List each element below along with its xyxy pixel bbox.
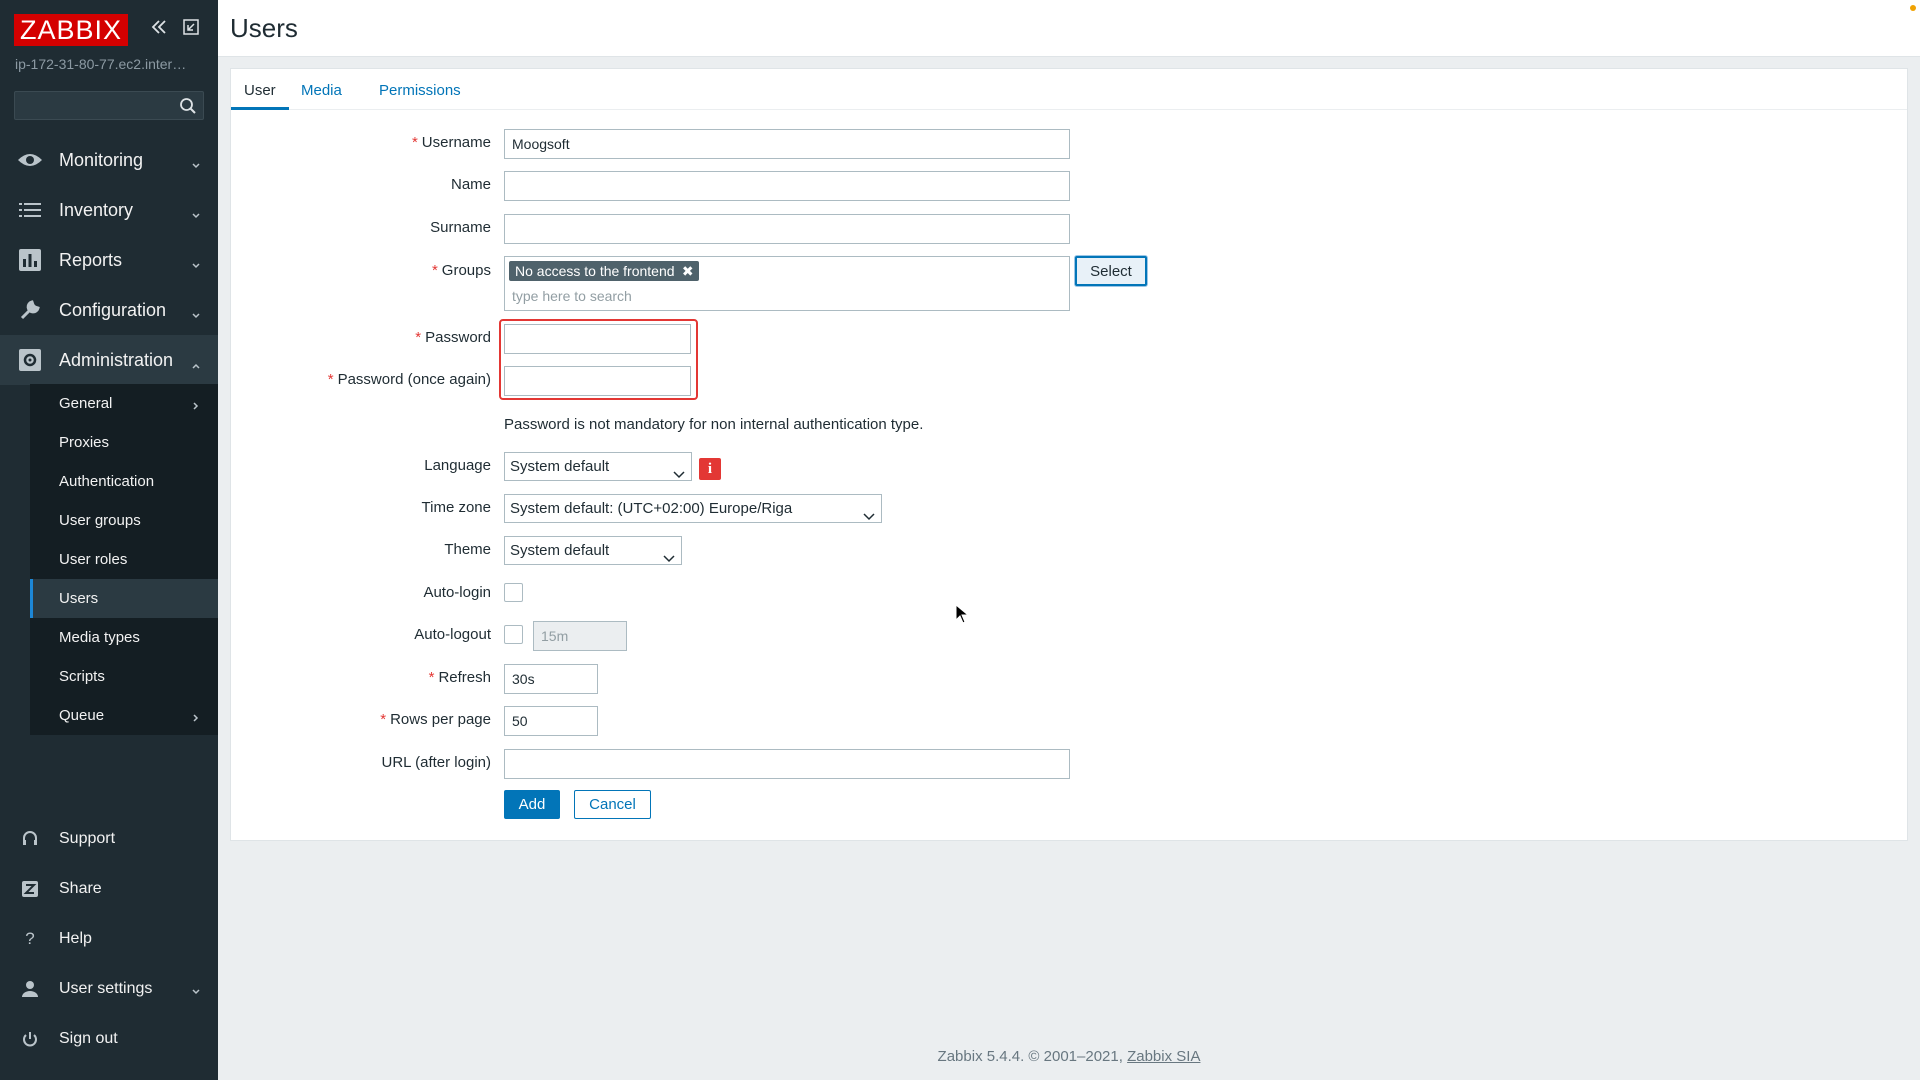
menu-configuration[interactable]: Configuration (0, 285, 218, 335)
language-select[interactable]: System default (504, 452, 692, 481)
info-icon[interactable]: i (699, 458, 721, 480)
help-icon: ? (25, 929, 35, 948)
nav-label: User settings (59, 980, 153, 997)
bar-chart-icon (17, 248, 43, 272)
auto-logout-checkbox[interactable] (504, 625, 523, 644)
chevron-down-icon (191, 155, 201, 169)
menu-label: Administration (59, 349, 174, 370)
wrench-icon (17, 298, 43, 322)
add-button[interactable]: Add (504, 790, 560, 819)
menu-label: Inventory (59, 199, 134, 220)
nav-label: Help (59, 930, 92, 947)
url-label: URL (after login) (381, 754, 491, 771)
remove-tag-icon[interactable]: ✖ (682, 261, 694, 281)
auto-login-checkbox[interactable] (504, 583, 523, 602)
collapse-sidebar-icon[interactable] (150, 18, 168, 36)
chevron-right-icon (192, 398, 200, 410)
headset-icon (19, 828, 41, 850)
name-label: Name (450, 176, 491, 193)
nav-support[interactable]: Support (0, 817, 218, 861)
server-name: ip-172-31-80-77.ec2.inter… (15, 56, 187, 72)
theme-label: Theme (444, 541, 491, 558)
submenu-label: Authentication (59, 473, 155, 490)
zabbix-logo[interactable]: ZABBIX (14, 14, 129, 46)
submenu-label: Proxies (59, 434, 110, 451)
menu-label: Configuration (59, 299, 167, 320)
submenu-general[interactable]: General (30, 384, 218, 423)
submenu-label: General (59, 395, 113, 412)
user-form-panel: User Media Permissions * Username Moogsof… (230, 68, 1908, 841)
tab-user[interactable]: User (231, 69, 289, 110)
page-header: Users (218, 0, 1920, 57)
groups-label: * Groups (431, 262, 491, 279)
chevron-up-icon (191, 355, 201, 369)
time-zone-label: Time zone (421, 499, 491, 516)
kiosk-mode-icon[interactable] (182, 18, 200, 36)
nav-user-settings[interactable]: User settings (0, 967, 218, 1011)
nav-label: Share (59, 880, 102, 897)
sidebar-search-input[interactable] (14, 91, 204, 120)
group-tag: No access to the frontend ✖ (509, 261, 699, 281)
mouse-cursor-icon (955, 604, 969, 624)
chevron-down-icon (863, 504, 875, 521)
eye-icon (17, 148, 43, 172)
time-zone-select[interactable]: System default: (UTC+02:00) Europe/Riga (504, 494, 882, 523)
logo-row: ZABBIX (14, 14, 129, 46)
refresh-label: * Refresh (428, 669, 491, 686)
nav-help[interactable]: ? Help (0, 917, 218, 961)
nav-label: Support (59, 830, 116, 847)
chevron-down-icon (673, 462, 685, 479)
name-field[interactable] (504, 171, 1070, 201)
chevron-down-icon (191, 305, 201, 319)
auto-logout-label: Auto-logout (414, 626, 491, 643)
sidebar-tools (150, 18, 200, 36)
tab-permissions[interactable]: Permissions (366, 69, 474, 110)
chevron-down-icon (191, 984, 201, 995)
password-label: * Password (415, 329, 491, 346)
password-again-label: * Password (once again) (327, 371, 491, 388)
page-title: Users (230, 13, 298, 43)
theme-select[interactable]: System default (504, 536, 682, 565)
password-hint: Password is not mandatory for non intern… (504, 416, 924, 433)
copyright-text: Zabbix 5.4.4. © 2001–2021, (937, 1048, 1123, 1065)
nav-label: Sign out (59, 1030, 118, 1047)
nav-share[interactable]: Share (0, 867, 218, 911)
tab-bar: User Media Permissions (231, 69, 1907, 110)
surname-field[interactable] (504, 214, 1070, 244)
gear-icon (17, 348, 43, 372)
chevron-down-icon (663, 546, 675, 563)
zabbix-sia-link[interactable]: Zabbix SIA (1127, 1048, 1200, 1065)
password-field[interactable] (504, 324, 691, 354)
tab-media[interactable]: Media (288, 69, 355, 110)
select-groups-button[interactable]: Select (1075, 256, 1147, 286)
search-icon[interactable] (179, 97, 197, 115)
rows-per-page-field[interactable]: 50 (504, 706, 598, 736)
page-footer: Zabbix 5.4.4. © 2001–2021, Zabbix SIA (218, 1048, 1920, 1065)
username-label: * Username (411, 134, 491, 151)
nav-sign-out[interactable]: Sign out (0, 1017, 218, 1061)
chevron-down-icon (191, 205, 201, 219)
language-label: Language (424, 457, 491, 474)
cancel-button[interactable]: Cancel (574, 790, 651, 819)
power-icon (19, 1028, 41, 1050)
user-icon (19, 978, 41, 1000)
groups-multiselect[interactable]: No access to the frontend ✖ type here to… (504, 256, 1070, 311)
notification-dot (1910, 5, 1916, 11)
rows-per-page-label: * Rows per page (380, 711, 491, 728)
list-icon (17, 198, 43, 222)
surname-label: Surname (430, 219, 491, 236)
url-field[interactable] (504, 749, 1070, 779)
auto-login-label: Auto-login (423, 584, 491, 601)
menu-label: Monitoring (59, 149, 144, 170)
password-again-field[interactable] (504, 366, 691, 396)
share-icon (19, 878, 41, 900)
auto-logout-field: 15m (533, 621, 627, 651)
sidebar: ZABBIX ip-172-31-80-77.ec2.inter… Monito… (0, 0, 218, 1080)
groups-search-input[interactable]: type here to search (512, 288, 632, 304)
username-field[interactable]: Moogsoft (504, 129, 1070, 159)
refresh-field[interactable]: 30s (504, 664, 598, 694)
